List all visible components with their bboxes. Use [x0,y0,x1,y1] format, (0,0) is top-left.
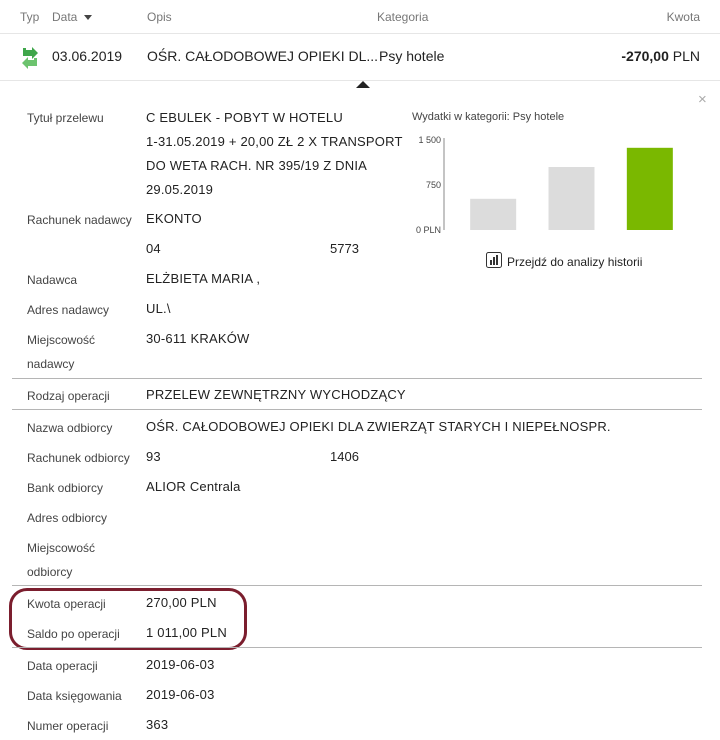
label-miejscowosc-nadawcy-2: nadawcy [27,357,75,371]
sort-down-icon [84,15,93,20]
transaction-category[interactable]: Psy hotele [379,48,444,64]
category-spending-chart: 0 PLN 750 1 500 [416,135,673,235]
rachunek-nadawcy-number-start: 04 [146,241,161,256]
rachunek-nadawcy-value: EKONTO [146,211,202,226]
tytul-line-1: C EBULEK - POBYT W HOTELU [146,110,343,125]
transaction-date: 03.06.2019 [52,48,123,64]
transaction-description: OŚR. CAŁODOBOWEJ OPIEKI DL... [147,48,379,64]
column-header-typ: Typ [20,10,40,24]
rachunek-odbiorcy-number-end: 1406 [330,449,359,464]
column-header-data[interactable]: Data [52,10,93,24]
chart-bar[interactable] [626,147,673,230]
rodzaj-operacji-value: PRZELEW ZEWNĘTRZNY WYCHODZĄCY [146,387,406,402]
close-icon[interactable]: × [698,91,707,108]
table-header: Typ Data Opis Kategoria Kwota [0,0,720,34]
label-rodzaj-operacji: Rodzaj operacji [27,389,110,403]
transaction-currency: PLN [672,48,700,64]
label-miejscowosc-odbiorcy-1: Miejscowość [27,541,96,555]
section-divider [12,378,702,379]
y-tick-label: 0 PLN [416,225,441,235]
column-header-kategoria: Kategoria [377,10,429,24]
data-ksiegowania-value: 2019-06-03 [146,687,215,702]
transfer-out-icon [20,45,40,69]
chart-bar[interactable] [548,167,595,230]
bank-odbiorcy-value: ALIOR Centrala [146,479,241,494]
nadawca-value: ELŻBIETA MARIA , [146,271,261,286]
section-divider [12,409,702,410]
chart-title: Wydatki w kategorii: Psy hotele [412,111,564,123]
chart-title-label: Wydatki w kategorii: [412,111,510,123]
label-rachunek-odbiorcy: Rachunek odbiorcy [27,451,130,465]
label-tytul-przelewu: Tytuł przelewu [27,111,104,125]
y-tick-label: 1 500 [418,135,441,145]
label-adres-nadawcy: Adres nadawcy [27,303,110,317]
analysis-history-label: Przejdź do analizy historii [507,254,643,269]
label-nadawca: Nadawca [27,273,78,287]
column-header-data-label: Data [52,10,78,24]
label-bank-odbiorcy: Bank odbiorcy [27,481,104,495]
label-data-operacji: Data operacji [27,659,98,673]
adres-nadawcy-value: UL.\ [146,301,171,316]
tytul-line-2: 1-31.05.2019 + 20,00 ZŁ 2 X TRANSPORT [146,134,403,149]
transaction-row[interactable]: 03.06.2019 OŚR. CAŁODOBOWEJ OPIEKI DL...… [0,35,720,81]
chart-title-category: Psy hotele [512,111,565,123]
y-tick-label: 750 [426,180,441,190]
numer-operacji-value: 363 [146,717,169,732]
label-miejscowosc-odbiorcy-2: odbiorcy [27,565,73,579]
miejscowosc-nadawcy-value: 30-611 KRAKÓW [146,331,250,346]
expand-pointer-icon [356,81,370,88]
analysis-history-link[interactable]: Przejdź do analizy historii [486,252,642,271]
transaction-amount-value: -270,00 [621,48,669,64]
label-nazwa-odbiorcy: Nazwa odbiorcy [27,421,113,435]
nazwa-odbiorcy-value: OŚR. CAŁODOBOWEJ OPIEKI DLA ZWIERZĄT STA… [146,419,611,434]
column-header-kwota: Kwota [666,10,700,24]
label-data-ksiegowania: Data księgowania [27,689,122,703]
highlight-annotation [9,588,247,650]
label-rachunek-nadawcy: Rachunek nadawcy [27,213,132,227]
section-divider [12,585,702,586]
transaction-amount: -270,00 PLN [621,48,700,64]
chart-bar[interactable] [470,198,517,230]
tytul-line-3: DO WETA RACH. NR 395/19 Z DNIA [146,158,368,173]
label-numer-operacji: Numer operacji [27,719,109,733]
column-header-opis: Opis [147,10,172,24]
label-miejscowosc-nadawcy-1: Miejscowość [27,333,96,347]
label-adres-odbiorcy: Adres odbiorcy [27,511,108,525]
bar-chart-icon [486,252,502,271]
section-divider [12,647,702,648]
tytul-line-4: 29.05.2019 [146,182,214,197]
rachunek-odbiorcy-number-start: 93 [146,449,161,464]
rachunek-nadawcy-number-end: 5773 [330,241,359,256]
data-operacji-value: 2019-06-03 [146,657,215,672]
